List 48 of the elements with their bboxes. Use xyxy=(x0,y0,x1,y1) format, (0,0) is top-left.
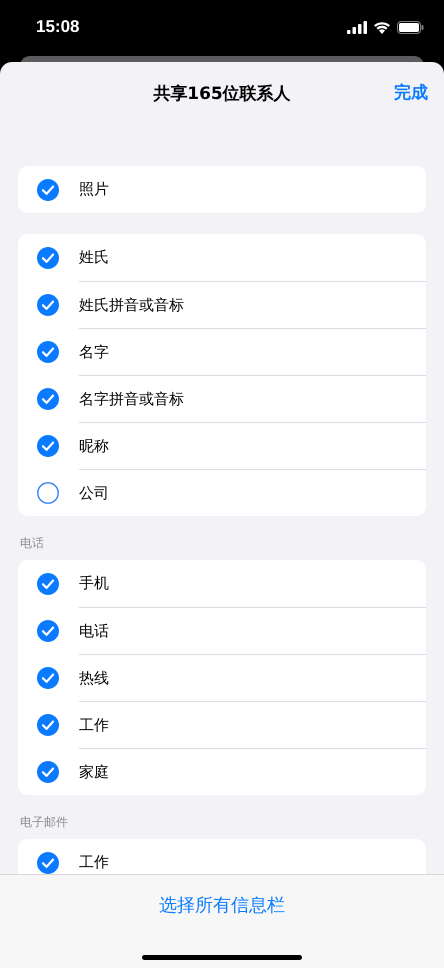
list-row[interactable]: 家庭 xyxy=(18,748,426,795)
checkmark-icon[interactable] xyxy=(37,388,59,410)
row-label: 电话 xyxy=(79,606,426,654)
list-row[interactable]: 电话 xyxy=(18,607,426,654)
row-label: 热线 xyxy=(79,654,426,702)
checkmark-icon[interactable] xyxy=(37,178,59,200)
sheet-title: 共享165位联系人 xyxy=(153,82,291,104)
checkmark-icon[interactable] xyxy=(37,572,59,594)
list-row[interactable]: 名字拼音或音标 xyxy=(18,375,426,422)
list-row[interactable]: 昵称 xyxy=(18,422,426,469)
checkmark-icon[interactable] xyxy=(37,852,59,874)
list-row[interactable]: 工作 xyxy=(18,701,426,748)
list-row[interactable]: 姓氏拼音或音标 xyxy=(18,281,426,328)
row-label: 姓氏拼音或音标 xyxy=(79,280,426,328)
section-header: 电子邮件 xyxy=(19,814,69,831)
list-row[interactable]: 名字 xyxy=(18,328,426,375)
row-label: 公司 xyxy=(79,468,426,516)
wifi-icon xyxy=(373,20,391,34)
row-label: 照片 xyxy=(79,179,110,200)
checkmark-icon[interactable] xyxy=(37,714,59,736)
checkmark-icon[interactable] xyxy=(37,434,59,456)
row-label: 昵称 xyxy=(79,422,426,470)
battery-icon xyxy=(397,20,424,34)
checkmark-icon[interactable] xyxy=(37,294,59,316)
status-time: 15:08 xyxy=(36,17,80,37)
list-row[interactable]: 照片 xyxy=(18,166,426,213)
done-button[interactable]: 完成 xyxy=(394,81,428,104)
row-label: 家庭 xyxy=(79,748,426,796)
row-label: 姓氏 xyxy=(79,247,110,268)
row-label: 手机 xyxy=(79,573,110,594)
list-row[interactable]: 工作 xyxy=(18,839,426,874)
empty-circle-icon[interactable] xyxy=(37,482,59,504)
row-label: 名字拼音或音标 xyxy=(79,374,426,422)
signal-icon xyxy=(347,20,367,34)
checkmark-icon[interactable] xyxy=(37,340,59,362)
checkmark-icon[interactable] xyxy=(37,666,59,688)
list-row[interactable]: 热线 xyxy=(18,654,426,701)
list-row[interactable]: 公司 xyxy=(18,469,426,516)
checkmark-icon[interactable] xyxy=(37,246,59,268)
checkmark-icon[interactable] xyxy=(37,760,59,782)
section-header: 电话 xyxy=(19,535,45,552)
checkmark-icon[interactable] xyxy=(37,620,59,642)
select-all-button[interactable]: 选择所有信息栏 xyxy=(159,893,285,917)
row-label: 工作 xyxy=(79,852,110,873)
list-row[interactable]: 姓氏 xyxy=(18,234,426,281)
row-label: 名字 xyxy=(79,328,426,376)
list-row[interactable]: 手机 xyxy=(18,560,426,607)
row-label: 工作 xyxy=(79,700,426,748)
